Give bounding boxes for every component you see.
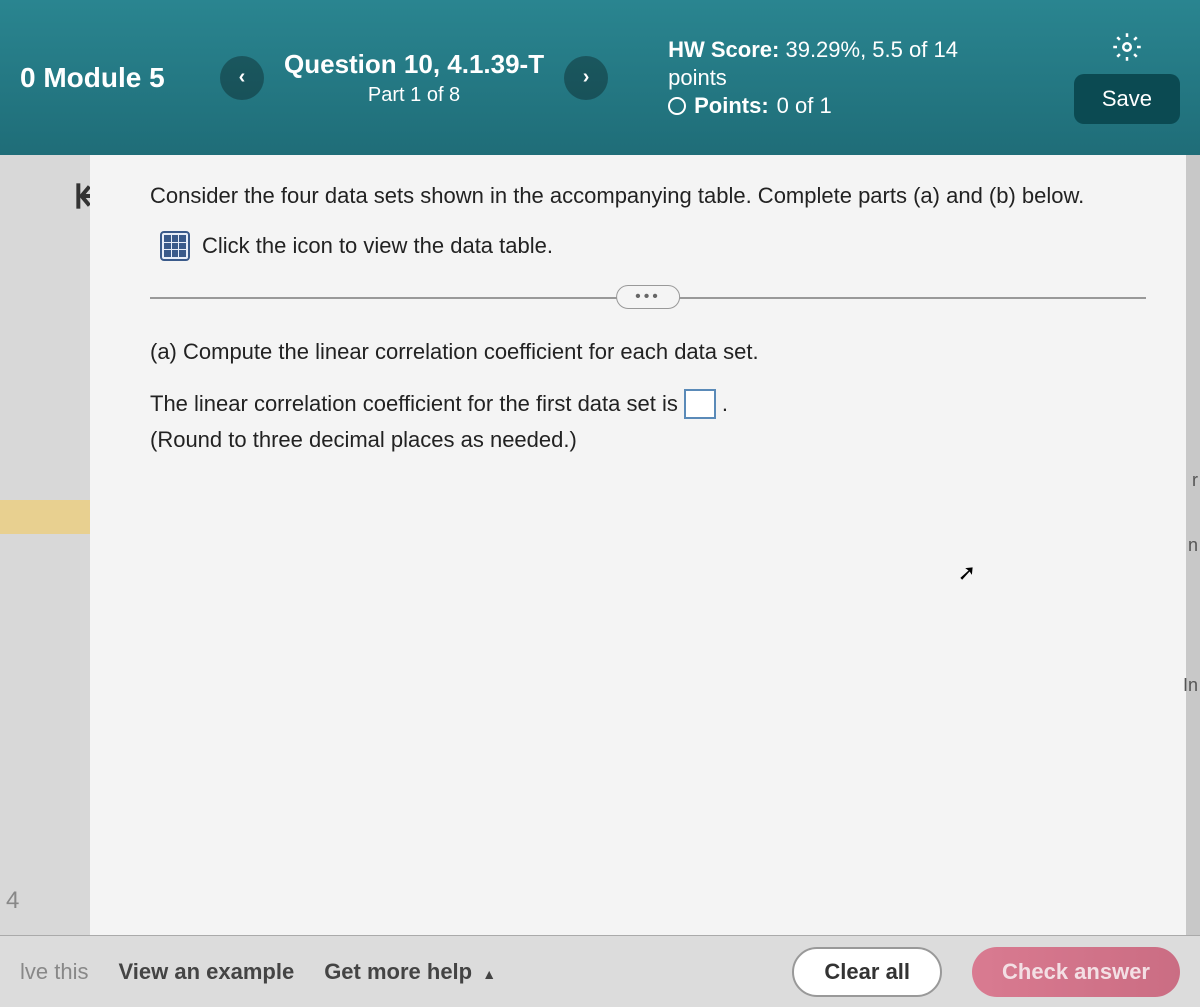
answer-prefix: The linear correlation coefficient for t… [150,391,678,417]
part-a-text: (a) Compute the linear correlation coeff… [150,339,1146,365]
points-label: Points: [694,93,769,119]
score-block: HW Score: 39.29%, 5.5 of 14 points Point… [668,37,958,119]
left-rail: 4 [0,155,90,935]
solve-this-link[interactable]: lve this [20,959,88,985]
cursor-icon: ➚ [958,560,976,586]
answer-suffix: . [722,391,728,417]
check-answer-button[interactable]: Check answer [972,947,1180,997]
caret-up-icon: ▲ [482,966,496,982]
view-data-table-link[interactable]: Click the icon to view the data table. [160,231,1146,261]
gear-icon[interactable] [1112,32,1142,62]
save-button[interactable]: Save [1074,74,1180,124]
header-bar: 0 Module 5 ‹ Question 10, 4.1.39-T Part … [0,0,1200,155]
hw-score-value: 39.29%, 5.5 of 14 [785,37,957,62]
instruction-text: Consider the four data sets shown in the… [150,183,1146,209]
right-mark-1: r [1192,470,1198,491]
data-link-text: Click the icon to view the data table. [202,233,553,259]
header-right-controls: Save [1074,32,1180,124]
chevron-left-icon: ‹ [239,66,246,89]
footer-bar: lve this View an example Get more help ▲… [0,935,1200,1007]
question-part: Part 1 of 8 [284,84,544,107]
get-help-text: Get more help [324,959,472,984]
view-example-link[interactable]: View an example [118,959,294,985]
rounding-hint: (Round to three decimal places as needed… [150,427,1146,453]
divider: ••• [150,297,1146,299]
answer-line: The linear correlation coefficient for t… [150,389,1146,419]
right-rail: r n In [1186,155,1200,935]
right-mark-2: n [1188,535,1198,556]
module-title: 0 Module 5 [20,62,200,94]
highlight-stripe [0,500,90,534]
points-line: Points: 0 of 1 [668,93,958,119]
points-value: 0 of 1 [777,93,832,119]
question-title: Question 10, 4.1.39-T [284,49,544,80]
get-help-link[interactable]: Get more help ▲ [324,959,496,985]
hw-score-label: HW Score: [668,37,779,62]
points-word: points [668,65,958,91]
question-content: Consider the four data sets shown in the… [90,155,1186,935]
circle-icon [668,97,686,115]
question-info: Question 10, 4.1.39-T Part 1 of 8 [284,49,544,107]
answer-input[interactable] [684,389,716,419]
next-question-button[interactable]: › [564,56,608,100]
right-mark-3: In [1183,675,1198,696]
expand-button[interactable]: ••• [616,285,680,309]
prev-question-button[interactable]: ‹ [220,56,264,100]
hw-score-line: HW Score: 39.29%, 5.5 of 14 [668,37,958,63]
body-area: 4 Consider the four data sets shown in t… [0,155,1200,935]
left-number: 4 [6,887,19,915]
clear-all-button[interactable]: Clear all [792,947,942,997]
table-icon [160,231,190,261]
chevron-right-icon: › [583,66,590,89]
